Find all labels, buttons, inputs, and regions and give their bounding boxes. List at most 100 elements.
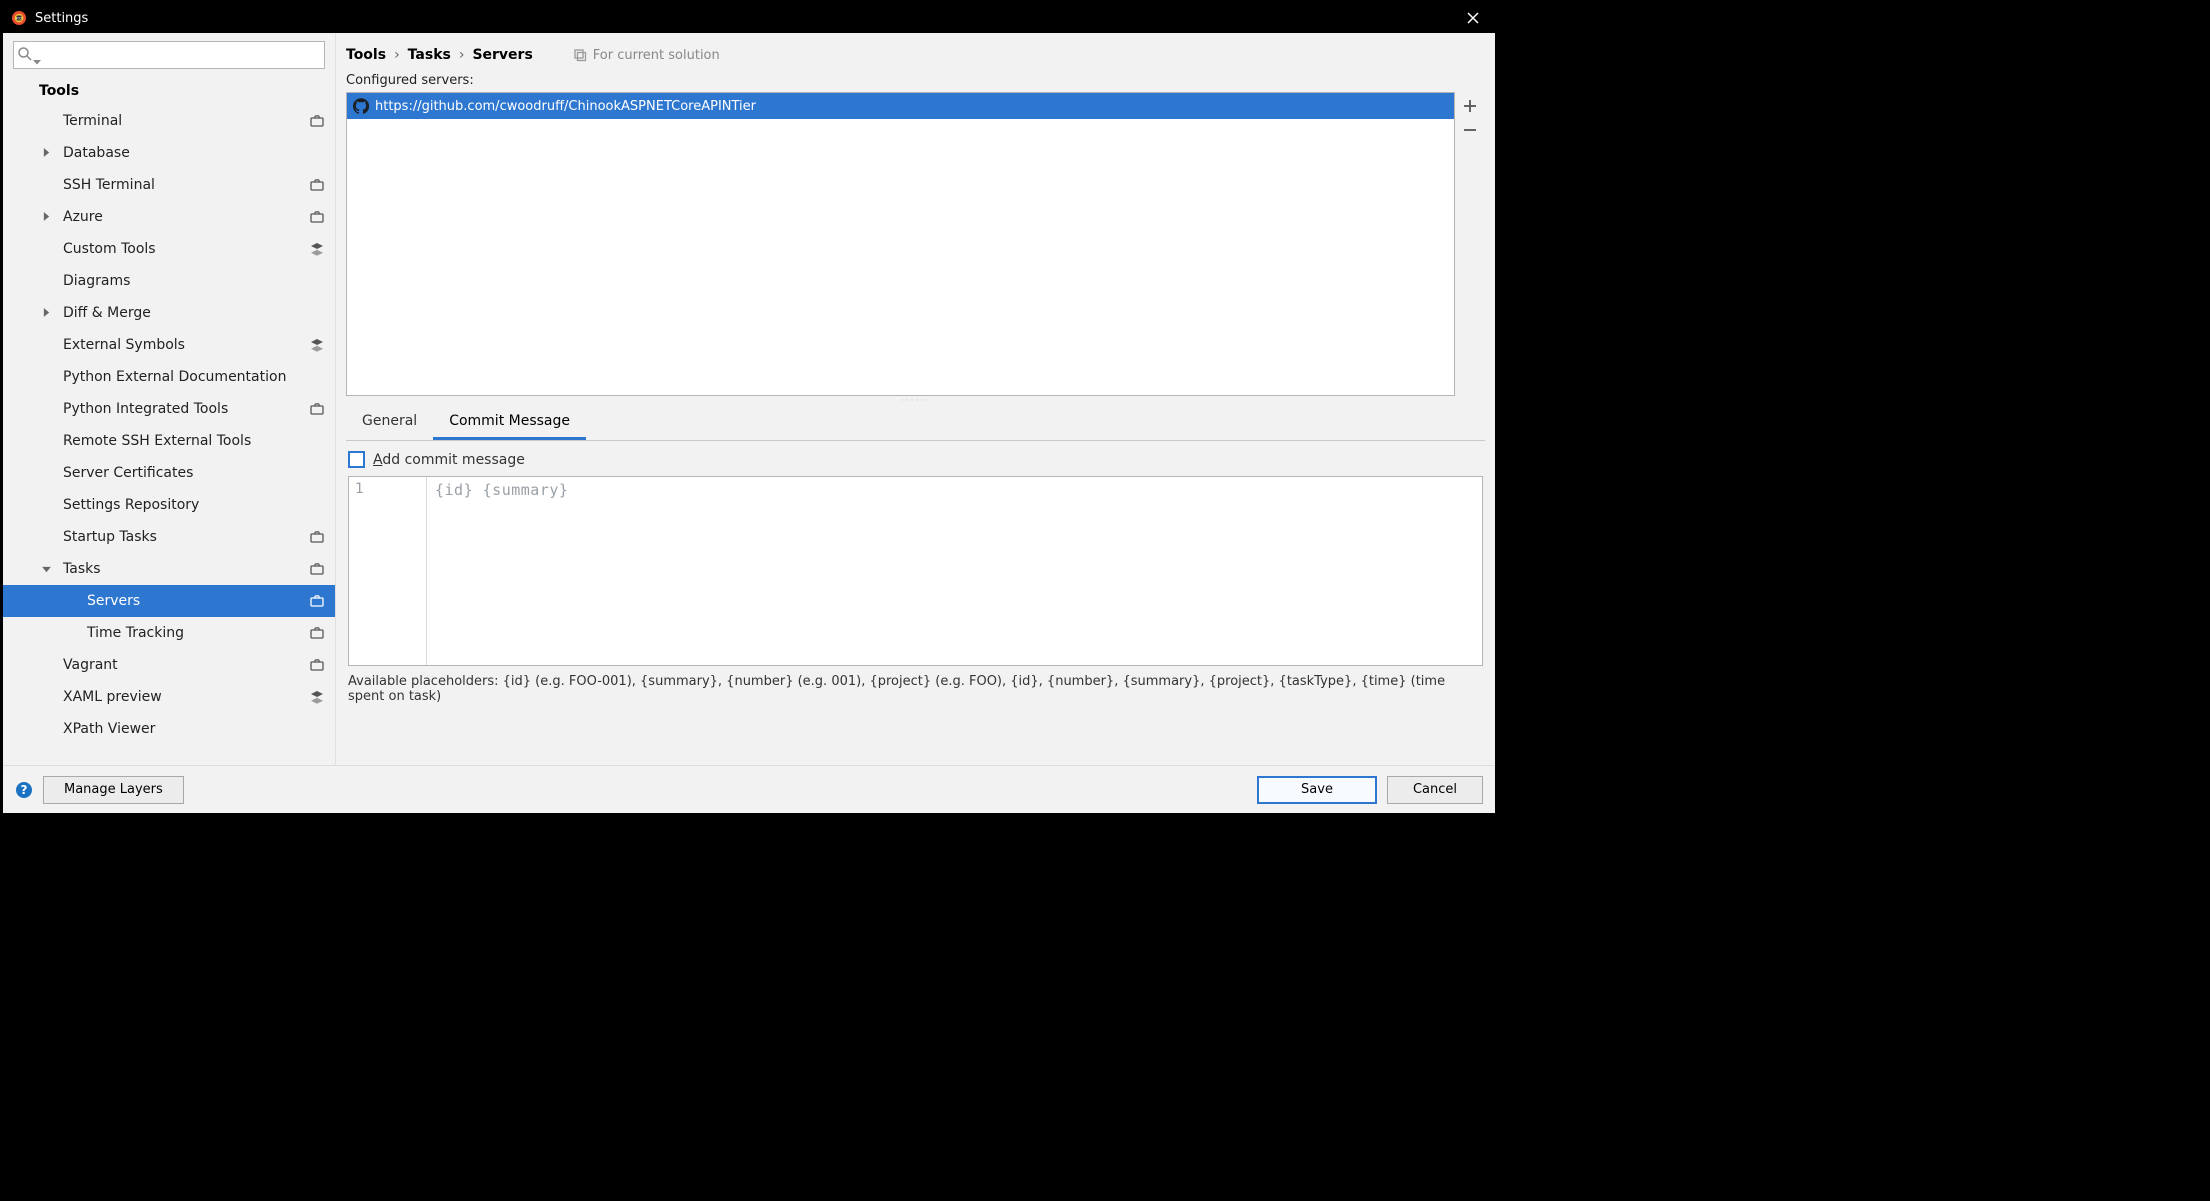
scope-text: For current solution [593,48,720,63]
add-commit-message-checkbox[interactable]: Add commit message [348,451,1483,468]
sidebar-item-label: Servers [87,593,140,609]
commit-message-editor[interactable]: 1 {id} {summary} [348,476,1483,666]
briefcase-icon [309,529,325,545]
briefcase-icon [309,625,325,641]
checkbox-label: Add commit message [373,452,525,468]
svg-text:?: ? [21,783,28,797]
sidebar-item-python-integrated-tools[interactable]: Python Integrated Tools [3,393,335,425]
horizontal-splitter[interactable]: ······ [346,396,1485,406]
briefcase-icon [309,401,325,417]
close-button[interactable] [1459,9,1487,28]
remove-server-button[interactable] [1458,118,1482,142]
app-icon: RD [11,10,27,26]
settings-tree[interactable]: Tools Terminal Database SSH Terminal Azure C… [3,77,335,765]
sidebar-item-label: SSH Terminal [63,177,155,193]
sidebar-item-label: Terminal [63,113,122,129]
sidebar: Tools Terminal Database SSH Terminal Azure C… [3,33,336,765]
sidebar-item-xpath-viewer[interactable]: XPath Viewer [3,713,335,745]
sidebar-item-diagrams[interactable]: Diagrams [3,265,335,297]
chevron-down-icon [33,51,41,59]
sidebar-item-diff-merge[interactable]: Diff & Merge [3,297,335,329]
layers-icon [309,689,325,705]
gutter-line-number: 1 [355,481,418,497]
tabs: General Commit Message [346,406,1485,441]
servers-list[interactable]: https://github.com/cwoodruff/ChinookASPN… [346,92,1455,396]
breadcrumb-sep: › [394,47,400,63]
main-panel: Tools › Tasks › Servers For current solu… [336,33,1495,765]
save-button[interactable]: Save [1257,776,1377,804]
editor-gutter: 1 [349,477,427,665]
copy-icon [573,48,587,62]
checkbox-icon [348,451,365,468]
sidebar-item-azure[interactable]: Azure [3,201,335,233]
tab-general[interactable]: General [346,406,433,440]
sidebar-item-python-external-documentation[interactable]: Python External Documentation [3,361,335,393]
briefcase-icon [309,561,325,577]
sidebar-item-label: Diff & Merge [63,305,151,321]
settings-window: RD Settings Tools T [0,0,1498,816]
sidebar-item-label: Diagrams [63,273,130,289]
sidebar-item-server-certificates[interactable]: Server Certificates [3,457,335,489]
titlebar: RD Settings [3,3,1495,33]
sidebar-item-vagrant[interactable]: Vagrant [3,649,335,681]
breadcrumb-tasks[interactable]: Tasks [408,47,451,63]
svg-text:RD: RD [16,17,21,21]
chevron-right-icon [39,305,53,321]
layers-icon [309,337,325,353]
sidebar-item-label: Remote SSH External Tools [63,433,251,449]
sidebar-item-label: XPath Viewer [63,721,155,737]
sidebar-item-label: Startup Tasks [63,529,157,545]
sidebar-item-label: Settings Repository [63,497,199,513]
editor-body[interactable]: {id} {summary} [427,477,1482,665]
sidebar-item-ssh-terminal[interactable]: SSH Terminal [3,169,335,201]
sidebar-item-time-tracking[interactable]: Time Tracking [3,617,335,649]
settings-search-input[interactable] [13,41,325,69]
sidebar-item-database[interactable]: Database [3,137,335,169]
placeholders-hint: Available placeholders: {id} (e.g. FOO-0… [348,674,1483,704]
window-title: Settings [35,11,88,26]
briefcase-icon [309,593,325,609]
sidebar-item-label: XAML preview [63,689,162,705]
sidebar-item-label: Azure [63,209,103,225]
breadcrumb: Tools › Tasks › Servers For current solu… [346,41,1485,69]
briefcase-icon [309,657,325,673]
sidebar-item-terminal[interactable]: Terminal [3,105,335,137]
sidebar-item-custom-tools[interactable]: Custom Tools [3,233,335,265]
cancel-button[interactable]: Cancel [1387,776,1483,804]
github-icon [353,98,369,114]
configured-servers-label: Configured servers: [346,73,1485,88]
layers-icon [309,241,325,257]
server-item[interactable]: https://github.com/cwoodruff/ChinookASPN… [347,93,1454,119]
tree-section-tools[interactable]: Tools [3,77,335,105]
breadcrumb-tools[interactable]: Tools [346,47,386,63]
sidebar-item-label: Vagrant [63,657,118,673]
breadcrumb-servers: Servers [472,47,532,63]
sidebar-item-label: Tasks [63,561,101,577]
breadcrumb-sep: › [459,47,465,63]
briefcase-icon [309,209,325,225]
servers-toolbar [1455,92,1485,396]
chevron-right-icon [39,209,53,225]
settings-search [13,41,325,69]
sidebar-item-xaml-preview[interactable]: XAML preview [3,681,335,713]
help-icon[interactable]: ? [15,781,33,799]
briefcase-icon [309,113,325,129]
server-url: https://github.com/cwoodruff/ChinookASPN… [375,99,756,114]
sidebar-item-servers[interactable]: Servers [3,585,335,617]
manage-layers-button[interactable]: Manage Layers [43,776,184,804]
briefcase-icon [309,177,325,193]
sidebar-item-remote-ssh-external-tools[interactable]: Remote SSH External Tools [3,425,335,457]
add-server-button[interactable] [1458,94,1482,118]
sidebar-item-label: Custom Tools [63,241,156,257]
tab-commit-message[interactable]: Commit Message [433,406,586,440]
sidebar-item-label: Python Integrated Tools [63,401,228,417]
dialog-footer: ? Manage Layers Save Cancel [3,765,1495,813]
sidebar-item-settings-repository[interactable]: Settings Repository [3,489,335,521]
sidebar-item-startup-tasks[interactable]: Startup Tasks [3,521,335,553]
sidebar-item-tasks[interactable]: Tasks [3,553,335,585]
scope-label: For current solution [573,48,720,63]
chevron-right-icon [39,145,53,161]
chevron-down-icon [39,561,53,577]
sidebar-item-label: Time Tracking [87,625,184,641]
sidebar-item-external-symbols[interactable]: External Symbols [3,329,335,361]
